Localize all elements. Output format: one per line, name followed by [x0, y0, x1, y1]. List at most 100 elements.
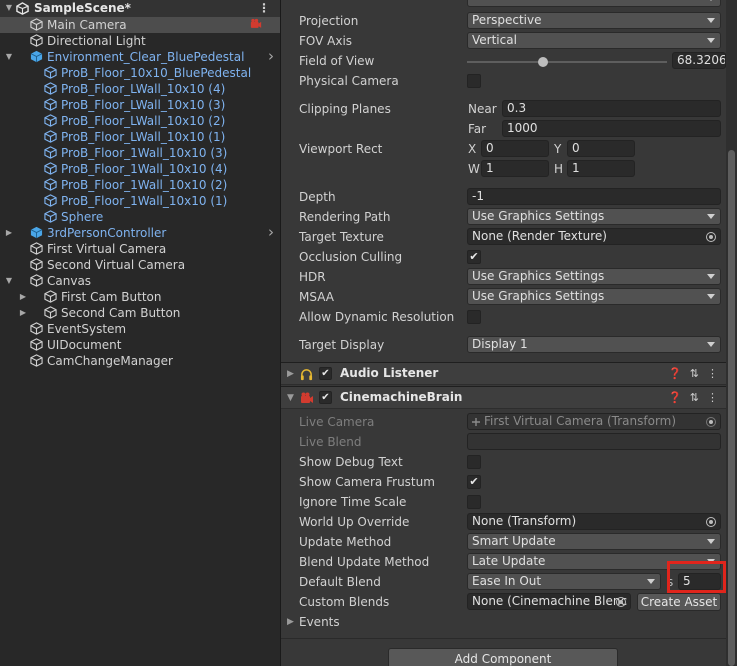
create-asset-button[interactable]: Create Asset: [637, 593, 721, 611]
far-input[interactable]: 1000: [502, 120, 721, 137]
hierarchy-item-label: ProB_Floor_1Wall_10x10 (1): [61, 194, 228, 208]
x-label: X: [468, 142, 477, 156]
chevron-right-icon[interactable]: ›: [268, 223, 274, 241]
collapse-arrow-icon[interactable]: ▶: [4, 228, 14, 238]
hierarchy-item[interactable]: ProB_Floor_1Wall_10x10 (2): [0, 177, 280, 193]
rendering-path-value: Use Graphics Settings: [472, 209, 605, 223]
hierarchy-item[interactable]: ProB_Floor_1Wall_10x10 (1): [0, 193, 280, 209]
h-label: H: [554, 162, 564, 176]
object-picker-icon[interactable]: [706, 232, 716, 242]
hierarchy-item[interactable]: ProB_Floor_LWall_10x10 (3): [0, 97, 280, 113]
events-foldout-arrow-icon[interactable]: ▶: [287, 617, 294, 627]
custom-blends-value: None (Cinemachine Blenc: [472, 594, 628, 608]
cropped-dropdown[interactable]: [467, 0, 721, 7]
expand-arrow-icon[interactable]: ▼: [4, 3, 14, 13]
expand-arrow-icon[interactable]: ▼: [287, 393, 294, 403]
viewport-h-input[interactable]: 1: [567, 160, 635, 177]
hierarchy-item[interactable]: Main Camera: [0, 17, 280, 33]
viewport-w-input[interactable]: 1: [481, 160, 549, 177]
projection-dropdown[interactable]: Perspective: [467, 12, 721, 29]
preset-icon[interactable]: ⇅: [690, 367, 699, 380]
default-blend-style-dropdown[interactable]: Ease In Out: [467, 573, 661, 590]
fov-axis-dropdown[interactable]: Vertical: [467, 32, 721, 49]
show-camera-frustum-checkbox[interactable]: ✔: [467, 475, 481, 489]
physical-camera-checkbox[interactable]: [467, 74, 481, 88]
expand-arrow-icon[interactable]: ▼: [4, 276, 14, 286]
target-display-dropdown[interactable]: Display 1: [467, 336, 721, 353]
msaa-value: Use Graphics Settings: [472, 289, 605, 303]
gameobject-icon: [44, 66, 57, 79]
add-component-button[interactable]: Add Component: [388, 648, 618, 666]
occlusion-culling-checkbox[interactable]: ✔: [467, 250, 481, 264]
hierarchy-item-label: First Virtual Camera: [47, 242, 167, 256]
object-picker-icon[interactable]: [616, 597, 626, 607]
hierarchy-item[interactable]: EventSystem: [0, 321, 280, 337]
help-icon[interactable]: ❓: [668, 367, 682, 380]
fov-slider-handle[interactable]: [538, 57, 548, 67]
ignore-time-scale-checkbox[interactable]: [467, 495, 481, 509]
object-picker-icon: [706, 417, 716, 427]
viewport-y-input[interactable]: 0: [567, 140, 635, 157]
help-icon[interactable]: ❓: [668, 391, 682, 404]
update-method-dropdown[interactable]: Smart Update: [467, 533, 721, 550]
cinemachine-brain-header[interactable]: ▼ ✔ CinemachineBrain ❓ ⇅ ⋮: [281, 386, 726, 409]
hierarchy-item[interactable]: UIDocument: [0, 337, 280, 353]
viewport-x-input[interactable]: 0: [481, 140, 549, 157]
hierarchy-item[interactable]: ▶ First Cam Button: [0, 289, 280, 305]
expand-arrow-icon[interactable]: ▼: [4, 52, 14, 62]
collapse-arrow-icon[interactable]: ▶: [287, 369, 294, 379]
blend-update-method-value: Late Update: [472, 554, 546, 568]
audio-listener-header[interactable]: ▶ ✔ Audio Listener ❓ ⇅ ⋮: [281, 362, 726, 385]
chevron-right-icon[interactable]: ›: [268, 47, 274, 65]
hdr-value: Use Graphics Settings: [472, 269, 605, 283]
hierarchy-item[interactable]: Directional Light: [0, 33, 280, 49]
near-input[interactable]: 0.3: [502, 100, 721, 117]
msaa-dropdown[interactable]: Use Graphics Settings: [467, 288, 721, 305]
audio-listener-enabled-checkbox[interactable]: ✔: [319, 367, 332, 380]
ignore-time-scale-label: Ignore Time Scale: [299, 495, 407, 509]
collapse-arrow-icon[interactable]: ▶: [18, 308, 28, 318]
hierarchy-item[interactable]: ProB_Floor_1Wall_10x10 (4): [0, 161, 280, 177]
hierarchy-item[interactable]: ProB_Floor_LWall_10x10 (2): [0, 113, 280, 129]
fov-slider-track[interactable]: [467, 61, 667, 63]
preset-icon[interactable]: ⇅: [690, 391, 699, 404]
hierarchy-item[interactable]: ProB_Floor_10x10_BluePedestal: [0, 65, 280, 81]
hierarchy-item[interactable]: ▶ Second Cam Button: [0, 305, 280, 321]
custom-blends-label: Custom Blends: [299, 595, 390, 609]
events-label[interactable]: Events: [299, 614, 340, 630]
gameobject-icon: [30, 258, 43, 271]
target-texture-field[interactable]: None (Render Texture): [467, 228, 721, 245]
hierarchy-item[interactable]: Second Virtual Camera: [0, 257, 280, 273]
depth-input[interactable]: -1: [467, 188, 721, 205]
object-picker-icon[interactable]: [706, 517, 716, 527]
custom-blends-field[interactable]: None (Cinemachine Blenc: [467, 593, 631, 610]
target-texture-label: Target Texture: [299, 230, 384, 244]
hierarchy-item[interactable]: First Virtual Camera: [0, 241, 280, 257]
hierarchy-item[interactable]: Sphere: [0, 209, 280, 225]
hierarchy-item[interactable]: ▶ 3rdPersonController ›: [0, 223, 280, 241]
scene-row[interactable]: ▼ SampleScene* ⋮: [0, 0, 280, 17]
inspector-scrollbar[interactable]: [726, 0, 737, 666]
hierarchy-item[interactable]: CamChangeManager: [0, 353, 280, 369]
more-options-icon[interactable]: ⋮: [258, 1, 270, 15]
dynamic-resolution-checkbox[interactable]: [467, 310, 481, 324]
update-method-label: Update Method: [299, 535, 392, 549]
hdr-dropdown[interactable]: Use Graphics Settings: [467, 268, 721, 285]
hierarchy-item[interactable]: ProB_Floor_LWall_10x10 (1): [0, 129, 280, 145]
rendering-path-dropdown[interactable]: Use Graphics Settings: [467, 208, 721, 225]
fov-input[interactable]: 68.3206: [672, 52, 726, 69]
kebab-menu-icon[interactable]: ⋮: [707, 367, 718, 380]
hierarchy-item-label: Second Virtual Camera: [47, 258, 186, 272]
show-debug-text-checkbox[interactable]: [467, 455, 481, 469]
hierarchy-item[interactable]: ▼ Canvas: [0, 273, 280, 289]
cinemachine-brain-enabled-checkbox[interactable]: ✔: [319, 391, 332, 404]
scrollbar-thumb[interactable]: [728, 150, 735, 666]
collapse-arrow-icon[interactable]: ▶: [18, 292, 28, 302]
near-label: Near: [468, 102, 497, 116]
hierarchy-item[interactable]: ProB_Floor_LWall_10x10 (4): [0, 81, 280, 97]
kebab-menu-icon[interactable]: ⋮: [707, 391, 718, 404]
gameobject-icon: [44, 306, 57, 319]
hierarchy-item[interactable]: ▼ Environment_Clear_BluePedestal ›: [0, 47, 280, 65]
world-up-override-field[interactable]: None (Transform): [467, 513, 721, 530]
hierarchy-item[interactable]: ProB_Floor_1Wall_10x10 (3): [0, 145, 280, 161]
